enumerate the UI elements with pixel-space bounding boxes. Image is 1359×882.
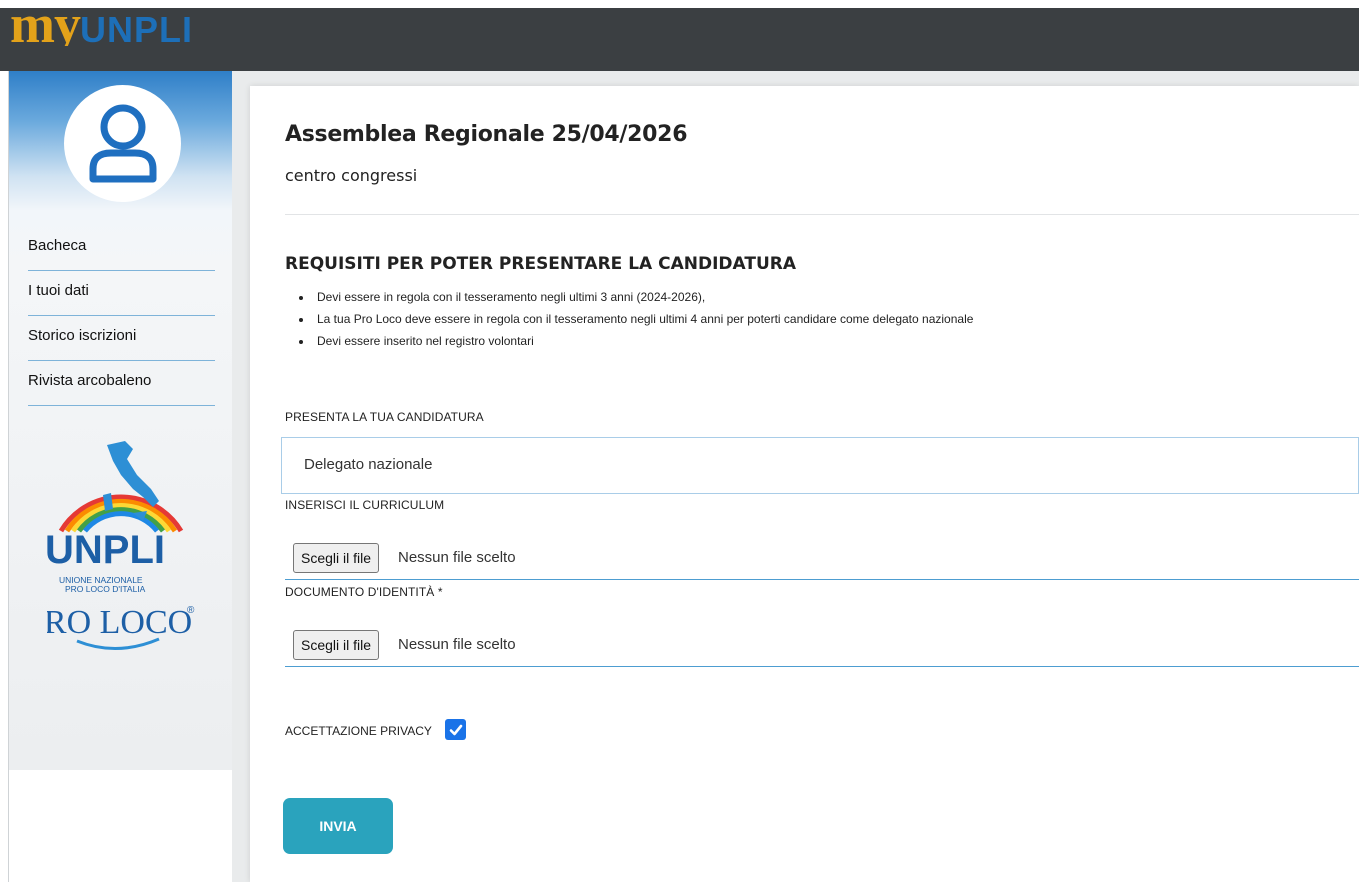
curriculum-file-field: Scegli il file Nessun file scelto: [285, 534, 1359, 580]
requirement-item: Devi essere in regola con il tesserament…: [313, 286, 973, 308]
sidebar: Bacheca I tuoi dati Storico iscrizioni R…: [9, 71, 232, 770]
privacy-checkbox[interactable]: [445, 719, 466, 740]
documento-file-field: Scegli il file Nessun file scelto: [285, 621, 1359, 667]
documento-file-status: Nessun file scelto: [398, 636, 516, 653]
brand-my: my: [10, 2, 81, 46]
sidebar-item-label: Rivista arcobaleno: [28, 372, 152, 389]
sidebar-item-label: I tuoi dati: [28, 282, 89, 299]
documento-label: DOCUMENTO D'IDENTITÀ *: [285, 585, 443, 599]
logo-line2-text: PRO LOCO D'ITALIA: [65, 584, 146, 594]
sidebar-nav: Bacheca I tuoi dati Storico iscrizioni R…: [28, 226, 215, 406]
candidatura-label: PRESENTA LA TUA CANDIDATURA: [285, 410, 484, 424]
logo-proloco-text: PRO LOCO: [47, 604, 192, 641]
privacy-label: ACCETTAZIONE PRIVACY: [285, 724, 432, 738]
sidebar-item-label: Storico iscrizioni: [28, 327, 137, 344]
sidebar-item-tuoi-dati[interactable]: I tuoi dati: [28, 271, 215, 316]
curriculum-file-status: Nessun file scelto: [398, 549, 516, 566]
logo-registered-mark: ®: [187, 605, 195, 616]
requirement-item: Devi essere inserito nel registro volont…: [313, 330, 973, 352]
unpli-logo-graphic: UNPLI UNIONE NAZIONALE PRO LOCO D'ITALIA…: [25, 441, 195, 650]
requirements-list: Devi essere in regola con il tesserament…: [313, 286, 973, 352]
title-divider: [285, 214, 1359, 215]
curriculum-label: INSERISCI IL CURRICULUM: [285, 498, 445, 512]
sidebar-item-bacheca[interactable]: Bacheca: [28, 226, 215, 271]
brand-unpli: UNPLI: [79, 9, 193, 46]
user-icon: [89, 104, 156, 182]
sidebar-item-storico-iscrizioni[interactable]: Storico iscrizioni: [28, 316, 215, 361]
candidatura-select[interactable]: Delegato nazionale: [281, 437, 1359, 494]
curriculum-choose-file-button[interactable]: Scegli il file: [293, 543, 380, 573]
avatar[interactable]: [64, 85, 181, 202]
page-title: Assemblea Regionale 25/04/2026: [285, 122, 688, 147]
logo-unpli-text: UNPLI: [47, 528, 165, 572]
sidebar-item-rivista-arcobaleno[interactable]: Rivista arcobaleno: [28, 361, 215, 406]
top-strip: [0, 0, 1359, 8]
unpli-proloco-logo: UNPLI UNIONE NAZIONALE PRO LOCO D'ITALIA…: [25, 431, 217, 651]
page-subtitle: centro congressi: [285, 166, 418, 185]
sidebar-item-label: Bacheca: [28, 237, 87, 254]
brand-logo[interactable]: myUNPLI: [10, 2, 193, 46]
top-bar: [0, 0, 1359, 71]
checkmark-icon: [449, 724, 462, 735]
requirements-heading: REQUISITI PER POTER PRESENTARE LA CANDID…: [285, 254, 797, 274]
candidatura-selected-value: Delegato nazionale: [304, 456, 433, 473]
submit-button[interactable]: INVIA: [283, 798, 393, 854]
documento-choose-file-button[interactable]: Scegli il file: [293, 630, 380, 660]
requirement-item: La tua Pro Loco deve essere in regola co…: [313, 308, 973, 330]
